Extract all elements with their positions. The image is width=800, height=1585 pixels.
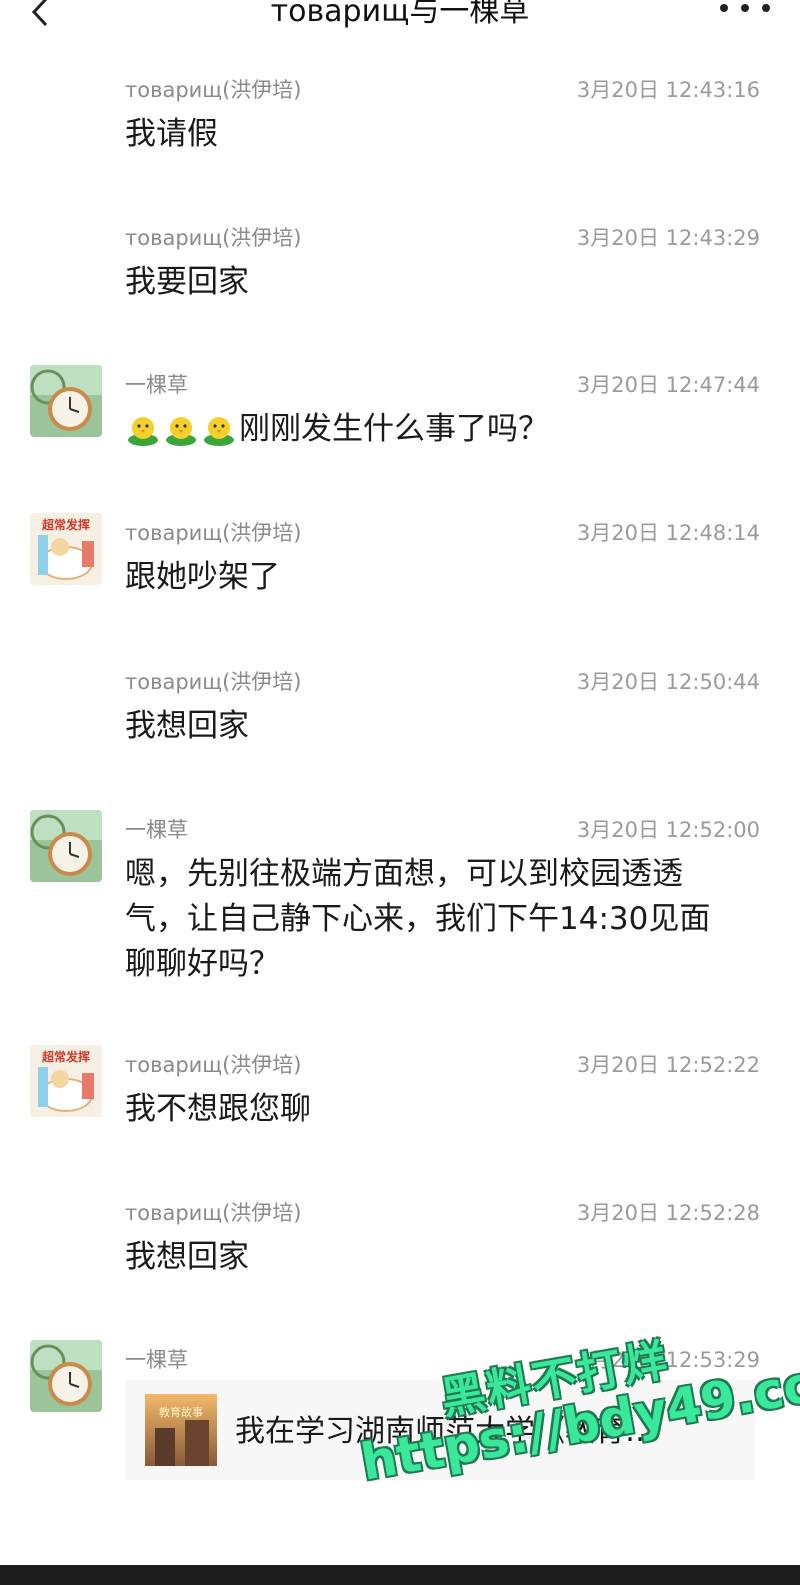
message-text[interactable]: 我想回家	[125, 1235, 765, 1280]
pocket-watch-icon	[30, 810, 102, 882]
avatar[interactable]	[30, 1340, 102, 1412]
message-timestamp: 3月20日 12:53:29	[576, 1348, 760, 1372]
share-thumbnail: 教育故事	[145, 1394, 217, 1466]
message-text-line: 聊聊好吗？	[125, 946, 280, 982]
message-timestamp: 3月20日 12:52:22	[576, 1053, 760, 1077]
message-timestamp: 3月20日 12:48:14	[576, 521, 760, 545]
chat-header: товарищ与一棵草	[0, 0, 800, 40]
sender-name: 一棵草	[125, 818, 188, 842]
message-text[interactable]: 我不想跟您聊	[125, 1087, 765, 1132]
message-timestamp: 3月20日 12:52:00	[576, 818, 760, 842]
message-text[interactable]: 我要回家	[125, 260, 765, 305]
message-text[interactable]: 跟她吵架了	[125, 555, 765, 600]
sender-name: 一棵草	[125, 1348, 188, 1372]
message-text[interactable]: 我想回家	[125, 704, 765, 749]
emoji-group	[125, 414, 237, 448]
message-timestamp: 3月20日 12:52:28	[576, 1201, 760, 1225]
share-thumbnail-image: 教育故事	[145, 1394, 217, 1466]
message-text-container[interactable]: 刚刚发生什么事了吗？	[125, 407, 765, 452]
more-dot-icon	[720, 4, 728, 12]
sender-name: товарищ(洪伊培)	[125, 226, 302, 250]
shared-link-card[interactable]: 教育故事 我在学习湖南师范大学《教育…	[125, 1380, 755, 1480]
message-text: 刚刚发生什么事了吗？	[239, 411, 549, 447]
sender-name: товарищ(洪伊培)	[125, 1053, 302, 1077]
cartoon-sticker-icon: 超常发挥	[30, 1045, 102, 1117]
message-text[interactable]: 我请假	[125, 112, 765, 157]
more-options-button[interactable]	[720, 0, 770, 18]
pocket-watch-icon	[30, 365, 102, 437]
message-text-line: 气，让自己静下心来，我们下午14:30见面	[125, 901, 711, 937]
bottom-bar	[0, 1565, 800, 1585]
sender-name: товарищ(洪伊培)	[125, 78, 302, 102]
cartoon-sticker-icon: 超常发挥	[30, 513, 102, 585]
chick-emoji-icon	[201, 414, 237, 448]
share-thumbnail-caption: 教育故事	[159, 1405, 203, 1419]
avatar[interactable]	[30, 810, 102, 882]
message-timestamp: 3月20日 12:50:44	[576, 670, 760, 694]
avatar[interactable]: 超常发挥	[30, 1045, 102, 1117]
message-timestamp: 3月20日 12:43:16	[576, 78, 760, 102]
avatar[interactable]: 超常发挥	[30, 513, 102, 585]
sender-name: 一棵草	[125, 373, 188, 397]
sticker-caption: 超常发挥	[41, 517, 90, 532]
sender-name: товарищ(洪伊培)	[125, 521, 302, 545]
more-dot-icon	[741, 4, 749, 12]
chick-emoji-icon	[163, 414, 199, 448]
sender-name: товарищ(洪伊培)	[125, 1201, 302, 1225]
sender-name: товарищ(洪伊培)	[125, 670, 302, 694]
message-text-container[interactable]: 嗯，先别往极端方面想，可以到校园透透 气，让自己静下心来，我们下午14:30见面…	[125, 852, 765, 987]
message-timestamp: 3月20日 12:43:29	[576, 226, 760, 250]
chat-title: товарищ与一棵草	[270, 0, 530, 29]
sticker-caption: 超常发挥	[41, 1049, 90, 1064]
message-timestamp: 3月20日 12:47:44	[576, 373, 760, 397]
chick-emoji-icon	[125, 414, 161, 448]
more-dot-icon	[762, 4, 770, 12]
avatar[interactable]	[30, 365, 102, 437]
share-card-title: 我在学习湖南师范大学《教育…	[235, 1414, 655, 1449]
pocket-watch-icon	[30, 1340, 102, 1412]
message-text-line: 嗯，先别往极端方面想，可以到校园透透	[125, 856, 683, 892]
